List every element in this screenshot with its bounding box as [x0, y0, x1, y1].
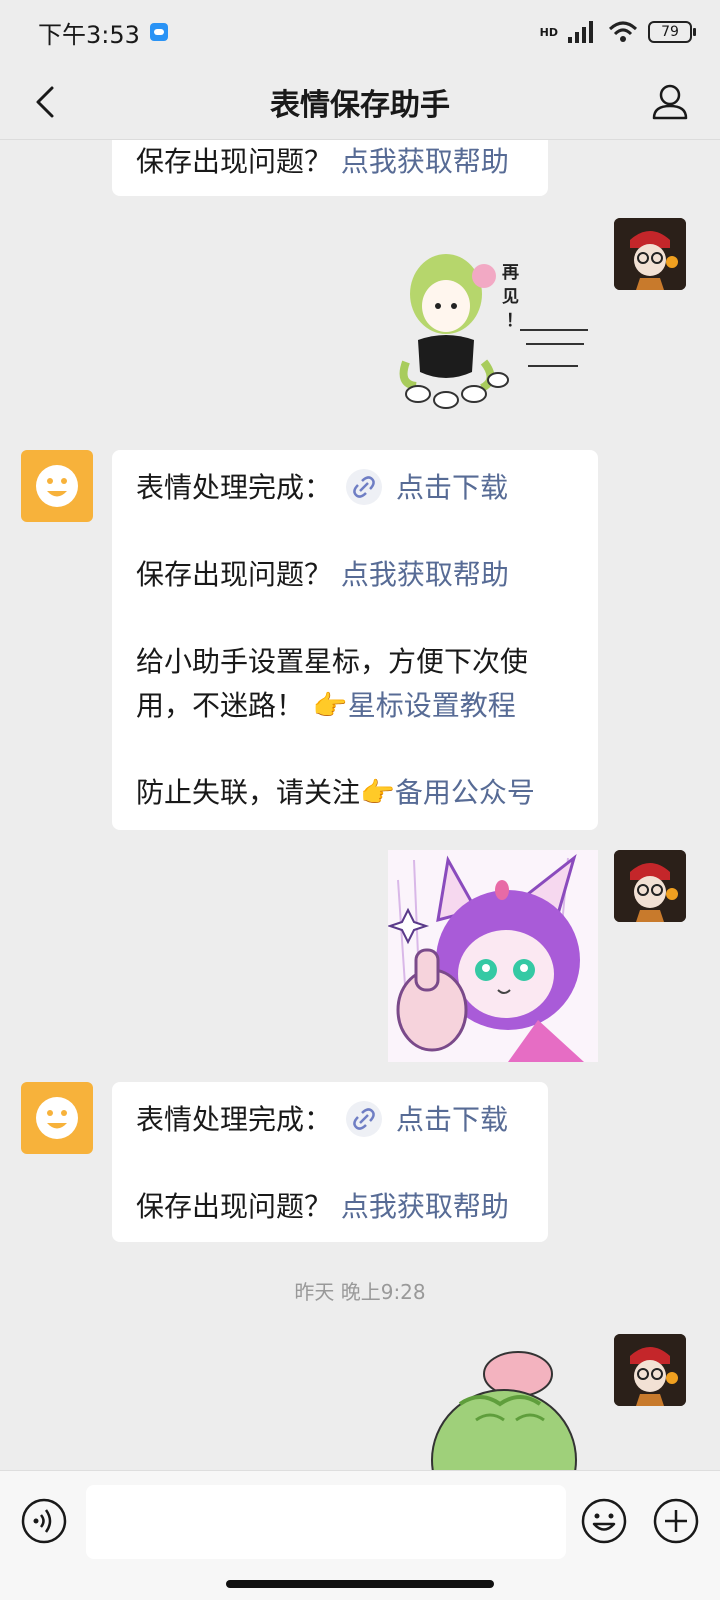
- user-avatar[interactable]: [614, 1334, 686, 1406]
- chat-header: 表情保存助手: [0, 64, 720, 140]
- message-timestamp: 昨天 晚上9:28: [294, 1280, 426, 1304]
- sticker-goodbye[interactable]: 再 见 ！: [388, 244, 598, 412]
- message-bubble-bot: 表情处理完成： 点击下载 保存出现问题？ 点我获取帮助: [112, 1082, 548, 1242]
- wifi-icon: [608, 21, 638, 42]
- message-text: 表情处理完成：: [136, 471, 333, 504]
- sticker-char-1: 再: [502, 263, 519, 283]
- avatar-image: [614, 1334, 686, 1406]
- smiley-avatar-icon: [36, 1097, 78, 1139]
- message-bubble-bot: 表情处理完成： 点击下载 保存出现问题？ 点我获取帮助 给小助手设置星标，方便下次…: [112, 450, 598, 830]
- pointing-right-emoji: 👉: [360, 776, 395, 809]
- bot-avatar[interactable]: [21, 450, 93, 522]
- download-link[interactable]: 点击下载: [396, 1103, 508, 1136]
- message-text: 保存出现问题？: [136, 558, 333, 591]
- battery-level: 79: [661, 24, 679, 40]
- message-text: 保存出现问题？: [136, 145, 333, 178]
- plus-icon[interactable]: [652, 1497, 700, 1545]
- message-text: 表情处理完成：: [136, 1103, 333, 1136]
- mini-program-link-icon: [346, 1101, 383, 1137]
- mini-program-link-icon: [346, 469, 383, 505]
- back-icon[interactable]: [22, 78, 70, 126]
- help-link[interactable]: 点我获取帮助: [341, 558, 509, 591]
- sticker-thumbs-up-girl[interactable]: [388, 850, 598, 1062]
- chat-title: 表情保存助手: [270, 87, 450, 123]
- sticker-char-3: ！: [506, 311, 523, 331]
- smiley-avatar-icon: [36, 465, 78, 507]
- battery-icon: 79: [648, 21, 696, 43]
- help-link[interactable]: 点我获取帮助: [341, 1190, 509, 1223]
- signal-icon: [568, 21, 593, 43]
- message-input[interactable]: [86, 1485, 566, 1559]
- status-left: 下午3:53: [38, 15, 168, 50]
- home-indicator[interactable]: [226, 1580, 494, 1588]
- chat-messages[interactable]: 保存出现问题？ 点我获取帮助 再 见 ！ 表情处理完成： 点击下载 保存出现问题…: [0, 140, 720, 1470]
- bot-avatar[interactable]: [21, 1082, 93, 1154]
- profile-icon[interactable]: [646, 78, 694, 126]
- message-text: 用，不迷路！: [136, 689, 305, 722]
- status-time: 下午3:53: [38, 20, 140, 49]
- avatar-image: [614, 850, 686, 922]
- network-type: HD: [539, 25, 558, 39]
- help-link[interactable]: 点我获取帮助: [341, 145, 509, 178]
- user-avatar[interactable]: [614, 850, 686, 922]
- pointing-right-emoji: 👉: [312, 689, 348, 722]
- status-right: HD 79: [539, 21, 696, 43]
- message-text: 保存出现问题？: [136, 1190, 333, 1223]
- sticker-green-flower[interactable]: [420, 1350, 580, 1470]
- star-tutorial-link[interactable]: 星标设置教程: [348, 689, 516, 722]
- backup-account-link[interactable]: 备用公众号: [395, 776, 535, 809]
- emoji-icon[interactable]: [580, 1497, 628, 1545]
- sticker-char-2: 见: [502, 287, 519, 307]
- user-avatar[interactable]: [614, 218, 686, 290]
- voice-icon[interactable]: [20, 1497, 68, 1545]
- status-bar: 下午3:53 HD 79: [0, 0, 720, 64]
- download-link[interactable]: 点击下载: [396, 471, 508, 504]
- message-text: 给小助手设置星标，方便下次使: [136, 645, 529, 678]
- cloud-notification-icon: [149, 23, 168, 41]
- message-text: 防止失联，请关注: [136, 776, 361, 809]
- message-bubble-bot: 保存出现问题？ 点我获取帮助: [112, 140, 548, 196]
- avatar-image: [614, 218, 686, 290]
